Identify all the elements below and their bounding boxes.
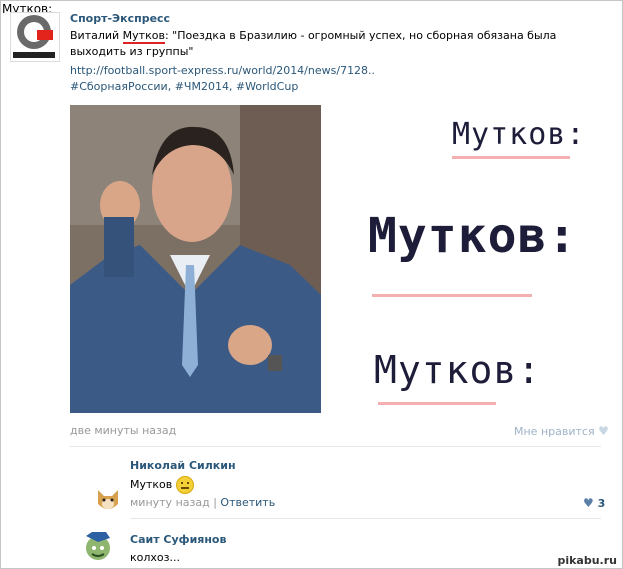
- cat-avatar[interactable]: [78, 528, 118, 564]
- logo-red-cut: [37, 30, 53, 40]
- comment-like-count: 3: [597, 497, 606, 510]
- overlay-underline-3: [378, 402, 496, 405]
- cat-avatar-illustration: [78, 528, 118, 564]
- comments-divider: [70, 446, 601, 447]
- comment-separator: |: [213, 496, 217, 509]
- watermark: pikabu.ru: [557, 554, 617, 567]
- comment-text-1-value: Мутков: [130, 478, 173, 491]
- like-label: Мне нравится: [514, 425, 595, 438]
- overlay-word-3: Мутков:: [374, 348, 542, 392]
- smile-emoji-icon: [175, 476, 194, 494]
- post-time[interactable]: две минуты назад: [70, 424, 176, 437]
- comment-author-1[interactable]: Николай Силкин: [130, 459, 236, 472]
- reply-link[interactable]: Ответить: [220, 496, 275, 509]
- logo-strip: [13, 52, 55, 58]
- highlighted-name: Мутков: [122, 29, 165, 44]
- heart-icon: ♥: [598, 424, 609, 438]
- photo-illustration: [70, 105, 321, 413]
- post-text: Виталий Мутков: "Поездка в Бразилию - ог…: [70, 28, 590, 60]
- comment-meta-1: минуту назад | Ответить: [130, 496, 275, 509]
- overlay-underline-1: [452, 156, 570, 159]
- post-author[interactable]: Спорт-Экспресс: [70, 12, 170, 25]
- comment-time-1[interactable]: минуту назад: [130, 496, 210, 509]
- post-link[interactable]: http://football.sport-express.ru/world/2…: [70, 64, 375, 77]
- overlay-word-2: Мутков:: [368, 208, 578, 264]
- overlay-word-1: Мутков:: [452, 117, 586, 152]
- comment-like-button[interactable]: ♥ 3: [583, 496, 605, 510]
- like-button[interactable]: Мне нравится ♥: [514, 424, 609, 438]
- publisher-avatar[interactable]: [10, 12, 60, 62]
- post-photo[interactable]: [70, 105, 321, 413]
- comment-author-2[interactable]: Саит Суфиянов: [130, 533, 226, 546]
- post-hashtags[interactable]: #СборнаяРоссии, #ЧМ2014, #WorldCup: [70, 80, 298, 93]
- comment-text-2: колхоз...: [130, 551, 180, 564]
- dog-avatar-illustration: [92, 482, 124, 514]
- comment-divider: [130, 518, 601, 519]
- dog-avatar[interactable]: [92, 482, 124, 514]
- overlay-underline-2: [372, 294, 532, 297]
- post-text-before: Виталий: [70, 29, 123, 42]
- heart-icon: ♥: [583, 496, 594, 510]
- comment-text-1: Мутков: [130, 476, 194, 494]
